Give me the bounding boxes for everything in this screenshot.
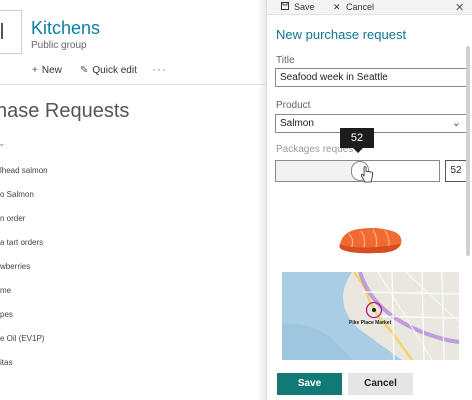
form-title: New purchase request [276,27,407,42]
plus-icon: + [32,65,38,76]
site-logo [0,10,22,54]
new-button-label: New [41,65,62,76]
toolbar-cancel-button[interactable]: ✕ Cancel [333,2,374,13]
save-button[interactable]: Save [277,373,342,395]
toolbar-save-button[interactable]: Save [281,2,315,12]
quick-edit-label: Quick edit [92,65,137,76]
salmon-image [337,224,405,261]
packages-slider[interactable] [275,160,440,182]
list-item[interactable]: o Salmon [0,190,265,214]
column-chevron-icon[interactable]: ⌄ [0,138,6,149]
site-title[interactable]: Kitchens [31,18,100,39]
list-item[interactable]: e Oil (EV1P) [0,334,265,358]
packages-value-box[interactable]: 52 [445,160,467,182]
cancel-button[interactable]: Cancel [348,373,413,395]
salmon-fillet-svg [339,228,402,254]
save-icon [281,2,290,12]
list-title: hase Requests [0,100,130,122]
list-item[interactable]: a tart orders [0,238,265,262]
list-item[interactable]: lhead salmon [0,166,265,190]
list-item[interactable]: wberries [0,262,265,286]
more-actions-button[interactable]: ··· [152,62,167,76]
product-field-label: Product [276,100,311,111]
list-item[interactable]: me [0,286,265,310]
panel-close-icon[interactable]: ✕ [455,1,464,14]
hand-cursor-svg [360,166,373,183]
command-bar: + New ✎ Quick edit ··· [0,57,265,85]
slider-fill [276,161,360,181]
hand-cursor-icon [360,166,374,189]
toolbar-cancel-label: Cancel [346,2,375,12]
scrollbar-thumb[interactable] [466,46,470,256]
save-icon-svg [281,2,289,10]
map-location-label: Pike Place Market [349,320,392,326]
new-button[interactable]: + New [32,65,62,76]
list-item[interactable]: itas [0,358,265,382]
slider-tooltip: 52 [340,128,374,148]
tooltip-arrow [353,148,363,153]
pencil-icon: ✎ [80,65,89,76]
panel-scrollbar[interactable] [466,16,471,396]
close-icon: ✕ [333,2,341,12]
form-panel: Save ✕ Cancel ✕ New purchase request Titl… [266,0,472,400]
map-svg [282,272,459,360]
title-field-label: Title [276,55,295,66]
product-dropdown-value: Salmon [280,118,314,129]
chevron-down-icon: ⌄ [451,117,461,129]
list-item[interactable]: pes [0,310,265,334]
quick-edit-button[interactable]: ✎ Quick edit [80,65,137,76]
list-item[interactable]: n order [0,214,265,238]
site-subtitle: Public group [31,40,87,51]
panel-toolbar: Save ✕ Cancel ✕ [267,0,472,15]
title-input[interactable]: Seafood week in Seattle [275,68,467,87]
site-logo-glyph [1,23,7,39]
map-view[interactable]: Pike Place Market [282,272,459,360]
toolbar-save-label: Save [294,2,315,12]
